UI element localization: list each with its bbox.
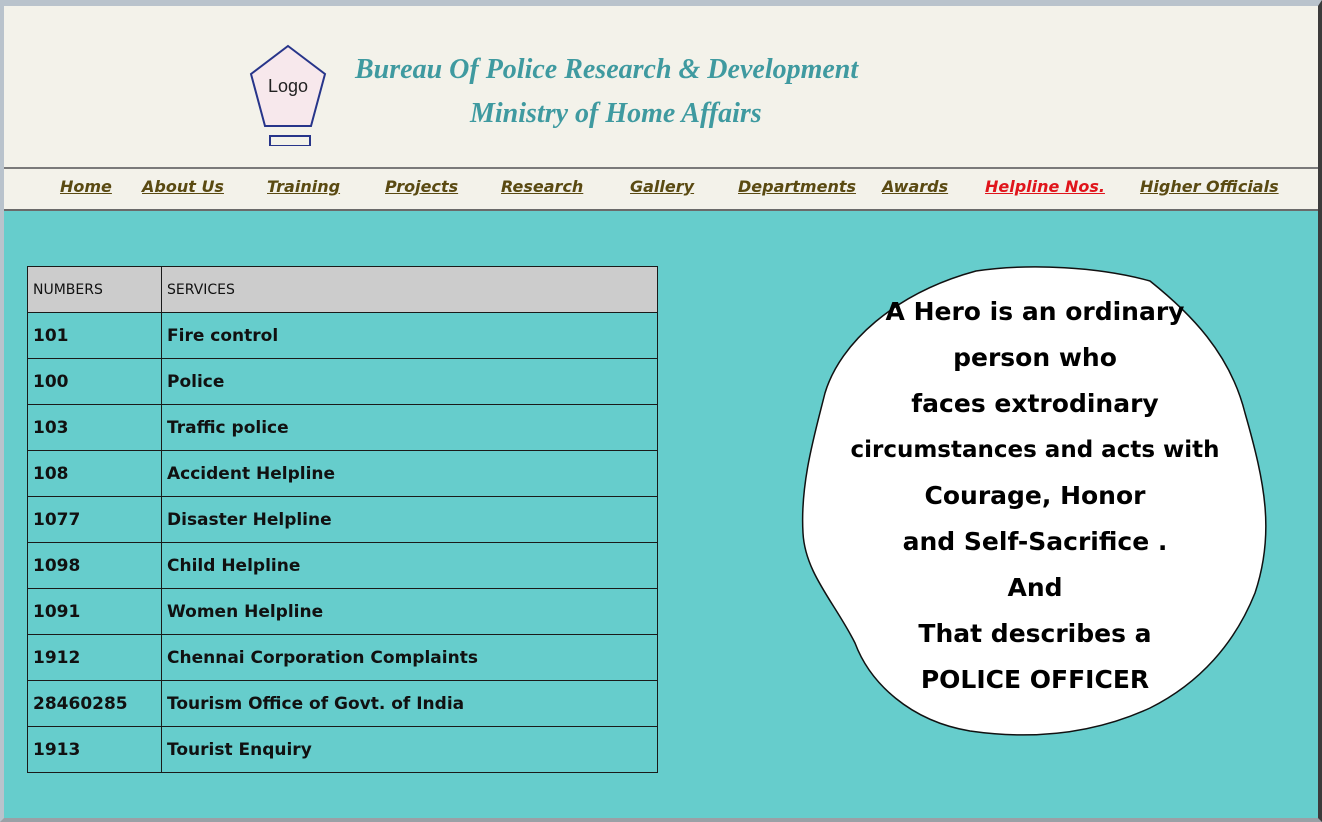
helpline-number: 1098: [27, 542, 162, 589]
helpline-service: Accident Helpline: [161, 450, 658, 497]
helpline-number: 1077: [27, 496, 162, 543]
quote-text: A Hero is an ordinary person who faces e…: [800, 289, 1270, 703]
helpline-service: Tourism Office of Govt. of India: [161, 680, 658, 727]
nav-gallery[interactable]: Gallery: [630, 177, 694, 196]
logo-text: Logo: [267, 76, 309, 96]
helpline-service: Women Helpline: [161, 588, 658, 635]
helpline-number: 1912: [27, 634, 162, 681]
site-header: Logo Bureau Of Police Research & Develop…: [4, 6, 1318, 169]
nav-training[interactable]: Training: [267, 177, 340, 196]
helpline-number: 101: [27, 312, 162, 359]
nav-home[interactable]: Home: [60, 177, 112, 196]
helpline-number: 28460285: [27, 680, 162, 727]
table-header-row: NUMBERS SERVICES: [27, 266, 658, 313]
nav-departments[interactable]: Departments: [738, 177, 856, 196]
quote-line: A Hero is an ordinary: [885, 297, 1185, 326]
site-subtitle: Ministry of Home Affairs: [470, 98, 762, 129]
table-row: 1098 Child Helpline: [27, 542, 658, 589]
nav-higher-officials[interactable]: Higher Officials: [1140, 177, 1279, 196]
nav-about-us[interactable]: About Us: [142, 177, 224, 196]
column-header-numbers: NUMBERS: [27, 266, 162, 313]
table-row: 103 Traffic police: [27, 404, 658, 451]
nav-research[interactable]: Research: [501, 177, 583, 196]
quote-line: person who: [953, 343, 1117, 372]
nav-awards[interactable]: Awards: [882, 177, 948, 196]
logo[interactable]: Logo: [248, 44, 328, 146]
helpline-service: Chennai Corporation Complaints: [161, 634, 658, 681]
helpline-number: 1913: [27, 726, 162, 773]
helpline-number: 108: [27, 450, 162, 497]
table-row: 28460285 Tourism Office of Govt. of Indi…: [27, 680, 658, 727]
main-content: NUMBERS SERVICES 101 Fire control 100 Po…: [4, 213, 1318, 818]
quote-line: Courage, Honor: [924, 481, 1146, 510]
browser-frame: Logo Bureau Of Police Research & Develop…: [0, 0, 1322, 822]
table-row: 100 Police: [27, 358, 658, 405]
column-header-services: SERVICES: [161, 266, 658, 313]
main-nav: Home About Us Training Projects Research…: [4, 169, 1318, 211]
site-title: Bureau Of Police Research & Development: [355, 54, 859, 85]
helpline-service: Child Helpline: [161, 542, 658, 589]
quote-line: That describes a: [918, 619, 1152, 648]
helpline-service: Police: [161, 358, 658, 405]
helpline-number: 103: [27, 404, 162, 451]
quote-line: circumstances and acts with: [850, 437, 1220, 463]
nav-helpline-nos[interactable]: Helpline Nos.: [985, 177, 1105, 196]
helpline-table: NUMBERS SERVICES 101 Fire control 100 Po…: [27, 266, 658, 773]
quote-line: and Self-Sacrifice .: [902, 527, 1168, 556]
table-row: 1077 Disaster Helpline: [27, 496, 658, 543]
helpline-service: Tourist Enquiry: [161, 726, 658, 773]
helpline-service: Fire control: [161, 312, 658, 359]
table-row: 108 Accident Helpline: [27, 450, 658, 497]
helpline-number: 1091: [27, 588, 162, 635]
quote-line: POLICE OFFICER: [920, 665, 1150, 694]
quote-line: faces extrodinary: [911, 389, 1159, 418]
table-row: 1091 Women Helpline: [27, 588, 658, 635]
table-row: 1913 Tourist Enquiry: [27, 726, 658, 773]
helpline-service: Traffic police: [161, 404, 658, 451]
quote-line: And: [1007, 573, 1063, 602]
table-row: 101 Fire control: [27, 312, 658, 359]
quote-bubble: A Hero is an ordinary person who faces e…: [800, 263, 1270, 738]
helpline-number: 100: [27, 358, 162, 405]
helpline-service: Disaster Helpline: [161, 496, 658, 543]
nav-projects[interactable]: Projects: [385, 177, 458, 196]
table-row: 1912 Chennai Corporation Complaints: [27, 634, 658, 681]
